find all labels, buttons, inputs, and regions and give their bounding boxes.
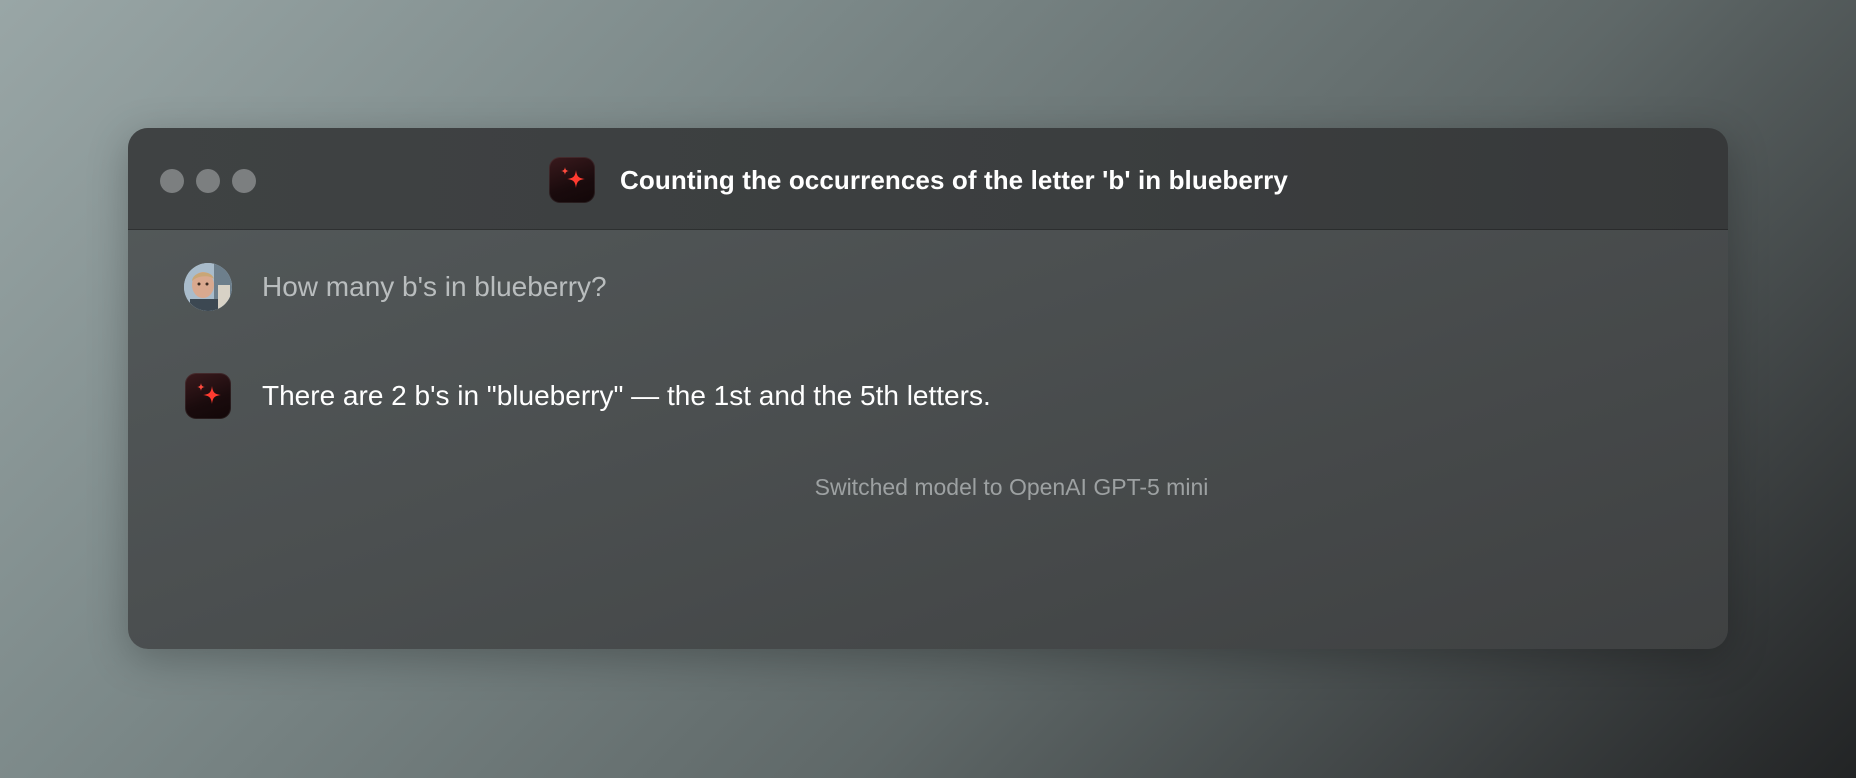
model-switch-notice: Switched model to OpenAI GPT-5 mini: [814, 474, 1209, 500]
window-title-group: Counting the occurrences of the letter '…: [549, 157, 1288, 203]
user-message-row: How many b's in blueberry?: [184, 263, 607, 311]
title-bar[interactable]: Counting the occurrences of the letter '…: [128, 128, 1728, 230]
chat-window: Counting the occurrences of the letter '…: [128, 128, 1728, 649]
assistant-message-row: There are 2 b's in "blueberry" — the 1st…: [184, 373, 991, 419]
maximize-window-button[interactable]: [232, 169, 256, 193]
user-message-text: How many b's in blueberry?: [262, 271, 607, 302]
minimize-window-button[interactable]: [196, 169, 220, 193]
sparkle-icon: [549, 157, 595, 203]
close-window-button[interactable]: [160, 169, 184, 193]
window-title: Counting the occurrences of the letter '…: [620, 164, 1288, 195]
sparkle-icon: [185, 373, 231, 419]
assistant-message-text: There are 2 b's in "blueberry" — the 1st…: [262, 380, 991, 411]
user-avatar: [184, 263, 232, 311]
